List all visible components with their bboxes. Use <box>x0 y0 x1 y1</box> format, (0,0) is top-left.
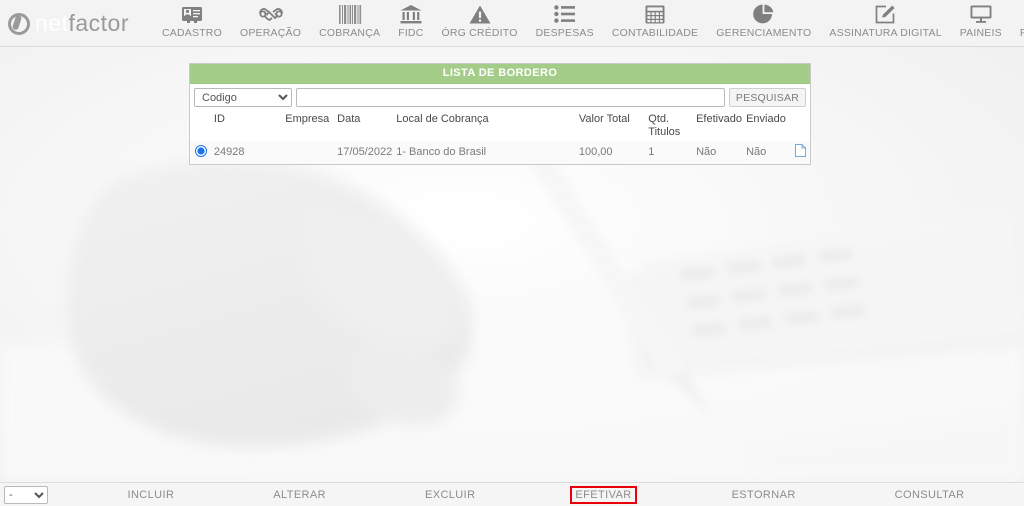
document-icon[interactable] <box>794 144 806 161</box>
cell-qtd: 1 <box>648 146 655 159</box>
search-input[interactable] <box>296 88 725 107</box>
warning-triangle-icon <box>469 3 491 25</box>
bordero-list-panel: LISTA DE BORDERO Codigo PESQUISAR ID Emp… <box>189 63 811 166</box>
th-enviado[interactable]: Enviado <box>744 111 790 141</box>
top-navigation-bar: netfactor CADASTRO OPERAÇÃO COBRANÇA FID… <box>0 0 1024 47</box>
cell-empresa <box>283 141 335 164</box>
cell-valor: 100,00 <box>578 146 613 159</box>
th-doc <box>790 111 810 141</box>
nav-item-cadastro[interactable]: CADASTRO <box>153 0 231 47</box>
nav-item-label: ASSINATURA DIGITAL <box>829 27 942 39</box>
row-select-cell[interactable] <box>190 141 212 164</box>
id-card-icon <box>181 3 203 25</box>
nav-item-label: COBRANÇA <box>319 27 381 39</box>
nav-item-gerenciamento[interactable]: GERENCIAMENTO <box>707 0 820 47</box>
action-alterar[interactable]: ALTERAR <box>269 487 330 503</box>
nav-item-label: OPERAÇÃO <box>239 27 302 39</box>
th-qtd[interactable]: Qtd. Titulos <box>646 111 694 141</box>
brand-name-part1: net <box>35 10 69 36</box>
cell-data: 17/05/2022 <box>337 146 393 159</box>
th-local[interactable]: Local de Cobrança <box>394 111 577 141</box>
nav-item-operacao[interactable]: OPERAÇÃO <box>231 0 310 47</box>
th-efetivado[interactable]: Efetivado <box>694 111 744 141</box>
action-consultar[interactable]: CONSULTAR <box>891 487 969 503</box>
nav-item-label: GERENCIAMENTO <box>716 27 812 39</box>
table-header: ID Empresa Data Local de Cobrança Valor … <box>190 111 810 141</box>
monitor-icon <box>970 3 992 25</box>
page-size-select[interactable]: - <box>4 485 48 504</box>
nav-item-assinatura-digital[interactable]: ASSINATURA DIGITAL <box>820 0 950 47</box>
th-id[interactable]: ID <box>212 111 283 141</box>
nav-item-contabilidade[interactable]: CONTABILIDADE <box>603 0 707 47</box>
cell-efetivado: Não <box>696 146 717 159</box>
row-radio-button[interactable] <box>194 144 207 157</box>
nav-item-label: PAINEIS <box>959 27 1002 39</box>
th-select <box>190 111 212 141</box>
th-data[interactable]: Data <box>335 111 394 141</box>
cell-document[interactable] <box>790 141 810 164</box>
nav-item-fidc[interactable]: FIDC <box>389 0 432 47</box>
bordero-table: ID Empresa Data Local de Cobrança Valor … <box>190 111 810 165</box>
nav-item-label: PERFIL <box>1019 27 1024 39</box>
nav-item-cobranca[interactable]: COBRANÇA <box>310 0 389 47</box>
nav-item-label: FIDC <box>398 27 424 39</box>
nav-item-despesas[interactable]: DESPESAS <box>527 0 603 47</box>
pie-chart-icon <box>753 3 774 25</box>
cell-enviado: Não <box>746 146 767 159</box>
table-header-row: ID Empresa Data Local de Cobrança Valor … <box>190 111 810 141</box>
search-field-select[interactable]: Codigo <box>194 88 292 107</box>
th-valor[interactable]: Valor Total <box>577 111 646 141</box>
nav-item-label: DESPESAS <box>535 27 594 39</box>
nav-item-label: ÓRG CRÉDITO <box>441 27 518 39</box>
calculator-icon <box>645 3 665 25</box>
action-efetivar[interactable]: EFETIVAR <box>570 485 637 504</box>
table-body: 24928 17/05/2022 1- Banco do Brasil 100,… <box>190 141 810 165</box>
search-button[interactable]: PESQUISAR <box>728 88 806 107</box>
nav-item-perfil[interactable]: PERFIL <box>1011 0 1024 47</box>
barcode-icon <box>338 3 362 25</box>
action-excluir[interactable]: EXCLUIR <box>421 487 479 503</box>
nav-item-label: CADASTRO <box>162 27 222 39</box>
th-empresa[interactable]: Empresa <box>283 111 335 141</box>
panel-title: LISTA DE BORDERO <box>190 64 810 84</box>
brand-logo[interactable]: netfactor <box>0 0 129 47</box>
search-bar: Codigo PESQUISAR <box>190 84 810 111</box>
nav-item-label: CONTABILIDADE <box>611 27 699 39</box>
action-estornar[interactable]: ESTORNAR <box>728 487 800 503</box>
pencil-square-icon <box>875 3 896 25</box>
brand-name: netfactor <box>35 10 129 37</box>
table-row[interactable]: 24928 17/05/2022 1- Banco do Brasil 100,… <box>190 141 810 165</box>
handshake-icon <box>258 3 284 25</box>
action-incluir[interactable]: INCLUIR <box>123 487 178 503</box>
nav-item-paineis[interactable]: PAINEIS <box>951 0 1011 47</box>
bottom-actions-container: INCLUIR ALTERAR EXCLUIR EFETIVAR ESTORNA… <box>48 483 1024 506</box>
nav-item-org-credito[interactable]: ÓRG CRÉDITO <box>433 0 527 47</box>
brand-name-part2: factor <box>68 10 130 36</box>
bank-icon <box>400 3 422 25</box>
list-icon <box>553 3 576 25</box>
cell-local: 1- Banco do Brasil <box>396 146 487 159</box>
nav-items-container: CADASTRO OPERAÇÃO COBRANÇA FIDC ÓRG CRÉD… <box>153 0 1024 47</box>
bottom-action-bar: - INCLUIR ALTERAR EXCLUIR EFETIVAR ESTOR… <box>0 482 1024 506</box>
netfactor-circle-logo-icon <box>8 12 30 35</box>
cell-id: 24928 <box>213 146 245 159</box>
